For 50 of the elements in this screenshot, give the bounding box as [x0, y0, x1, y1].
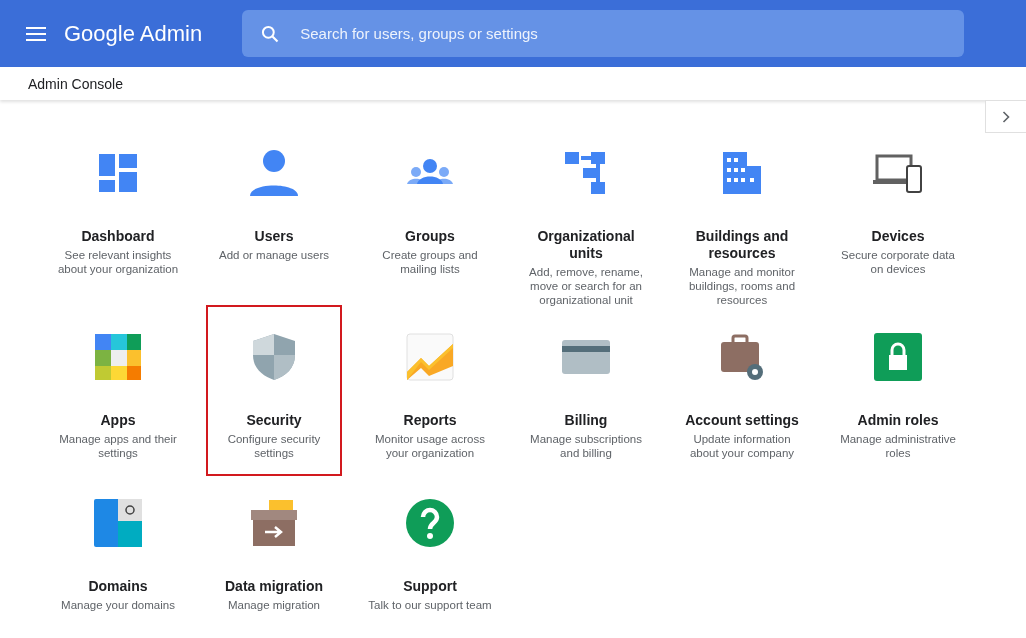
tile-description: Manage your domains [60, 598, 176, 613]
tile-title: Groups [405, 228, 455, 245]
tile-title: Billing [564, 412, 608, 429]
admin-tile[interactable]: Admin roles Manage administrative roles [830, 305, 966, 476]
tile-title: Buildings and resources [694, 228, 790, 262]
search-field[interactable]: Search for users, groups or settings [242, 10, 965, 57]
tile-title: Security [246, 412, 302, 429]
chart-icon [405, 332, 455, 382]
menu-icon[interactable] [26, 26, 46, 41]
tile-description: Manage and monitor buildings, rooms and resources [687, 265, 797, 308]
tile-title: Data migration [225, 578, 323, 595]
app-grid-icon [93, 332, 143, 382]
tile-description: Manage subscriptions and billing [529, 432, 643, 461]
tile-description: Secure corporate data on devices [840, 248, 956, 277]
admin-tile[interactable]: Security Configure security settings [206, 305, 342, 476]
admin-tile[interactable]: Users Add or manage users [206, 121, 342, 278]
tile-description: Monitor usage across your organization [374, 432, 486, 461]
admin-tile[interactable]: Dashboard See relevant insights about your organization [50, 121, 186, 292]
tile-title: Apps [100, 412, 136, 429]
tile-title: Admin roles [857, 412, 939, 429]
tile-title: Domains [88, 578, 148, 595]
tile-title: Reports [403, 412, 457, 429]
question-icon [405, 498, 455, 548]
lock-icon [873, 332, 923, 382]
domain-icon [93, 498, 143, 548]
admin-tile[interactable]: Devices Secure corporate data on devices [830, 121, 966, 292]
admin-tile[interactable]: Groups Create groups and mailing lists [362, 121, 498, 292]
tile-title: Account settings [685, 412, 799, 429]
tile-description: See relevant insights about your organization [56, 248, 180, 277]
tile-title: Organizational units [536, 228, 636, 262]
box-arrow-icon [249, 498, 299, 548]
tile-description: Manage administrative roles [839, 432, 957, 461]
person-icon [249, 148, 299, 198]
tile-description: Manage migration [226, 598, 322, 613]
search-input[interactable]: Search for users, groups or settings [298, 24, 965, 43]
breadcrumb: Admin Console [28, 75, 123, 92]
tile-description: Manage apps and their settings [58, 432, 178, 461]
tile-description: Create groups and mailing lists [381, 248, 479, 277]
tile-title: Devices [871, 228, 925, 245]
tile-title: Dashboard [81, 228, 155, 245]
chevron-right-icon [1002, 110, 1010, 123]
tile-description: Add or manage users [218, 248, 330, 263]
product-name: Google Admin [64, 20, 203, 47]
tile-description: Add, remove, rename, move or search for an organizational unit [528, 265, 644, 308]
tile-description: Configure security settings [226, 432, 322, 461]
tile-description: Update information about your company [688, 432, 796, 461]
tile-title: Users [254, 228, 294, 245]
tile-description: Talk to our support team [368, 598, 492, 613]
search-icon [260, 23, 281, 44]
tile-title: Support [403, 578, 457, 595]
